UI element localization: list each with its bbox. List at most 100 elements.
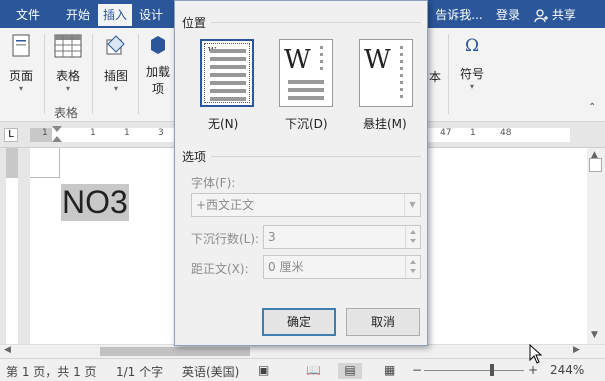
lines-to-drop-value: 3 [268,230,276,244]
tab-home[interactable]: 开始 [60,4,96,26]
tab-selector[interactable]: L [4,128,18,142]
ribbon-separator [448,34,449,114]
ruler-tick: 3 [158,128,164,138]
text-button-label[interactable]: 本 [428,68,442,85]
illustrations-button[interactable]: 插图 ▾ [100,34,132,93]
font-label: 字体(F): [191,176,236,190]
position-in-margin-label[interactable]: 悬挂(M) [363,115,407,132]
tab-insert[interactable]: 插入 [98,4,132,26]
mouse-cursor-icon [529,344,543,364]
share-label: 共享 [551,8,576,22]
lines-to-drop-spinner[interactable]: 3 [263,225,421,249]
drop-cap-dialog: 位置 W 无(N) W 下沉(D) W [174,0,428,346]
chevron-down-icon: ▾ [469,82,474,91]
page-count[interactable]: 第 1 页，共 1 页 [6,363,97,380]
drop-cap-in-margin-icon: W [364,45,403,98]
drop-cap-dropped-icon: W [284,45,324,100]
symbols-label: 符号 [459,67,484,81]
scroll-thumb[interactable] [589,158,602,172]
cancel-button[interactable]: 取消 [346,308,420,336]
distance-from-text-value: 0 厘米 [268,260,304,274]
font-select[interactable]: +西文正文 ▼ [191,193,421,217]
distance-from-text-label: 距正文(X): [191,262,249,276]
horizontal-scrollbar[interactable]: ◀ ▶ [0,344,605,358]
options-section-title: 选项 [182,150,207,164]
distance-from-text-spinner[interactable]: 0 厘米 [263,255,421,279]
margin-corner-mark [30,148,60,178]
language-indicator[interactable]: 英语(美国) [182,363,239,380]
spinner-arrows[interactable] [405,226,420,248]
ribbon-separator [138,34,139,114]
chevron-down-icon: ▼ [404,194,420,216]
position-in-margin-option[interactable]: W [359,39,413,107]
svg-text:W: W [284,45,311,75]
font-select-value: +西文正文 [196,198,255,212]
collapse-ribbon-icon[interactable]: ⌃ [588,102,596,113]
svg-text:Ω: Ω [465,36,479,56]
addins-label-line2: 项 [151,82,164,96]
print-layout-icon[interactable]: ▤ [338,363,362,379]
ruler-tick: 1 [470,128,476,138]
svg-text:W: W [364,45,391,75]
zoom-level[interactable]: 244% [550,363,584,377]
pages-label: 页面 [8,69,33,83]
symbols-button[interactable]: Ω 符号 ▾ [454,34,490,91]
ruler-margin [30,128,52,142]
ruler-tick: 48 [500,128,512,138]
ok-button[interactable]: 确定 [262,308,336,336]
chevron-down-icon: ▾ [65,84,70,93]
tab-design[interactable]: 设计 [134,4,168,26]
share-button[interactable]: 共享 [534,4,590,26]
spinner-arrows[interactable] [405,256,420,278]
chevron-down-icon: ▾ [113,84,118,93]
ruler-tick: 1 [124,128,130,138]
read-mode-icon[interactable]: 📖 [306,363,321,377]
omega-icon: Ω [465,36,479,56]
ruler-tick: 1 [90,128,96,138]
addins-button[interactable]: 加载 项 [142,34,174,97]
position-dropped-label[interactable]: 下沉(D) [285,115,328,132]
ruler-tick: 1 [42,128,48,138]
hanging-indent-marker[interactable] [52,136,62,142]
ribbon-separator [92,34,93,114]
store-icon [151,36,165,54]
position-dropped-option[interactable]: W [279,39,333,107]
pages-button[interactable]: 页面 ▾ [4,34,38,93]
lines-to-drop-label: 下沉行数(L): [191,232,260,246]
tab-file[interactable]: 文件 [8,4,48,26]
word-count[interactable]: 1/1 个字 [116,363,163,380]
hscroll-thumb[interactable] [100,347,250,356]
first-line-indent-marker[interactable] [52,126,62,132]
drop-cap-text[interactable]: NO3 [61,184,129,221]
web-layout-icon[interactable]: ▦ [384,363,395,377]
person-icon [534,8,548,22]
position-none-option[interactable]: W [200,39,254,107]
scroll-right-arrow[interactable]: ▶ [573,345,580,355]
zoom-slider-thumb[interactable] [490,364,494,376]
scroll-down-arrow[interactable]: ▼ [591,330,598,340]
section-divider [211,22,421,23]
zoom-slider[interactable] [424,370,524,371]
zoom-out-button[interactable]: − [412,363,422,377]
chevron-down-icon: ▾ [18,84,23,93]
vertical-ruler[interactable] [0,148,22,344]
zoom-in-button[interactable]: + [528,363,538,377]
table-group-label: 表格 [54,106,79,120]
table-button[interactable]: 表格 ▾ [50,34,86,93]
tell-me-search[interactable]: 告诉我... [434,4,484,26]
ruler-tick: 47 [440,128,452,138]
scroll-left-arrow[interactable]: ◀ [4,345,11,355]
section-divider [211,156,421,157]
table-icon [54,34,82,58]
illustrations-label: 插图 [103,69,128,83]
addins-label-line1: 加载 [145,65,170,79]
sign-in-link[interactable]: 登录 [490,4,526,26]
position-section-title: 位置 [182,16,207,30]
table-label: 表格 [55,69,80,83]
status-bar: 第 1 页，共 1 页 1/1 个字 英语(美国) ▣ 📖 ▤ ▦ − + 24… [0,358,605,381]
vertical-scrollbar[interactable]: ▲ ▼ [587,148,605,344]
position-none-label[interactable]: 无(N) [208,115,238,132]
macro-icon[interactable]: ▣ [258,363,269,377]
page-icon [12,34,30,57]
drop-cap-none-icon: W [208,46,246,101]
